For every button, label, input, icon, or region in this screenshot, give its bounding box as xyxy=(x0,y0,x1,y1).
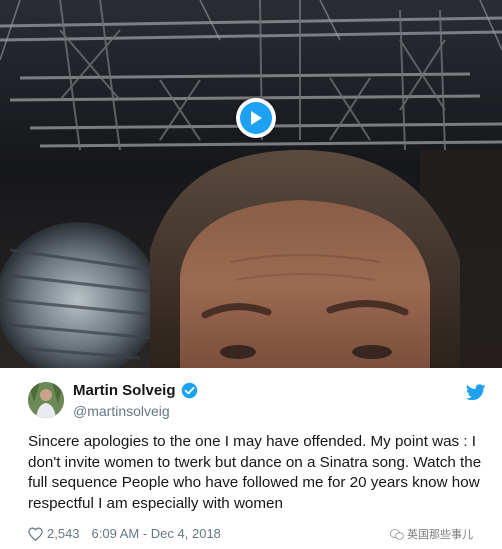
watermark-text: 英国那些事儿 xyxy=(407,529,473,541)
tweet-timestamp[interactable]: 6:09 AM - Dec 4, 2018 xyxy=(92,526,221,541)
avatar[interactable] xyxy=(28,382,64,418)
display-name[interactable]: Martin Solveig xyxy=(73,382,176,399)
author-row[interactable]: Martin Solveig xyxy=(73,382,198,399)
tweet-meta: 2,543 6:09 AM - Dec 4, 2018 xyxy=(28,526,221,541)
tweet-video[interactable] xyxy=(0,0,502,368)
tweet-card: Martin Solveig @martinsolveig Sincere ap… xyxy=(0,368,502,549)
user-handle[interactable]: @martinsolveig xyxy=(73,403,170,419)
twitter-bird-icon[interactable] xyxy=(466,384,486,401)
video-frame xyxy=(0,0,502,368)
tweet-text: Sincere apologies to the one I may have … xyxy=(28,433,482,512)
like-count[interactable]: 2,543 xyxy=(47,526,80,541)
watermark: 英国那些事儿 xyxy=(390,526,473,542)
heart-icon[interactable] xyxy=(28,526,43,541)
verified-badge-icon xyxy=(181,382,197,399)
play-button[interactable] xyxy=(236,98,276,138)
wechat-icon xyxy=(390,528,404,540)
play-icon xyxy=(240,102,272,134)
